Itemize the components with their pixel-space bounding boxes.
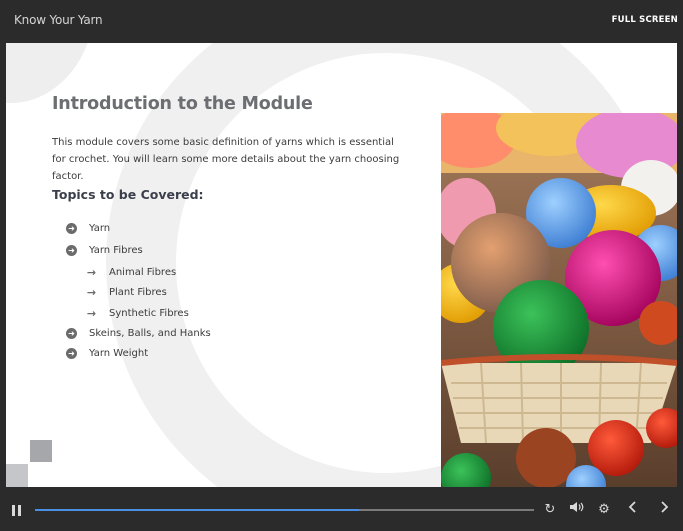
intro-paragraph: This module covers some basic definition…	[52, 137, 400, 182]
progress-fill	[35, 509, 360, 511]
topic-label: Yarn	[89, 223, 111, 234]
next-button[interactable]	[655, 500, 675, 520]
progress-bar[interactable]	[35, 509, 534, 511]
topic-item-animal-fibres: → Animal Fibres	[86, 266, 176, 279]
arrow-right-icon: →	[86, 266, 97, 279]
topics-title: Topics to be Covered:	[52, 187, 204, 202]
topic-label: Synthetic Fibres	[109, 308, 189, 319]
topic-label: Yarn Weight	[89, 348, 149, 359]
app-title: Know Your Yarn	[14, 13, 103, 27]
topic-item-yarn: ➜ Yarn	[66, 223, 110, 234]
topic-label: Plant Fibres	[109, 287, 167, 298]
replay-icon: ↻	[544, 502, 556, 517]
decorative-square	[6, 464, 28, 487]
top-bar: Know Your Yarn FULL SCREEN	[0, 0, 683, 43]
topic-label: Skeins, Balls, and Hanks	[89, 328, 211, 339]
topic-item-yarn-fibres: ➜ Yarn Fibres	[66, 245, 143, 256]
player-controls: ↻ ⚙	[0, 487, 683, 531]
pause-icon-bar	[18, 505, 21, 516]
arrow-right-icon: →	[86, 286, 97, 299]
volume-button[interactable]	[567, 500, 587, 520]
topic-item-skeins: ➜ Skeins, Balls, and Hanks	[66, 328, 211, 339]
yarn-basket-photo	[441, 113, 677, 487]
decorative-square	[30, 440, 52, 462]
topic-item-plant-fibres: → Plant Fibres	[86, 286, 167, 299]
replay-button[interactable]: ↻	[540, 500, 560, 520]
pause-icon	[12, 505, 15, 516]
arrow-circle-icon: ➜	[66, 223, 77, 234]
topic-label: Animal Fibres	[109, 267, 177, 278]
slide: Introduction to the Module This module c…	[6, 43, 677, 487]
previous-icon	[628, 501, 636, 513]
topic-item-synthetic-fibres: → Synthetic Fibres	[86, 307, 189, 320]
topic-item-yarn-weight: ➜ Yarn Weight	[66, 348, 148, 359]
arrow-right-icon: →	[86, 307, 97, 320]
full-screen-button[interactable]: FULL SCREEN	[612, 15, 678, 25]
settings-icon: ⚙	[598, 502, 610, 517]
topic-label: Yarn Fibres	[89, 245, 143, 256]
pause-button[interactable]	[12, 505, 22, 516]
volume-icon	[570, 502, 584, 512]
settings-button[interactable]: ⚙	[594, 500, 614, 520]
next-icon	[661, 501, 669, 513]
slide-heading: Introduction to the Module	[52, 94, 313, 114]
arrow-circle-icon: ➜	[66, 348, 77, 359]
previous-button[interactable]	[622, 500, 642, 520]
arrow-circle-icon: ➜	[66, 328, 77, 339]
arrow-circle-icon: ➜	[66, 245, 77, 256]
